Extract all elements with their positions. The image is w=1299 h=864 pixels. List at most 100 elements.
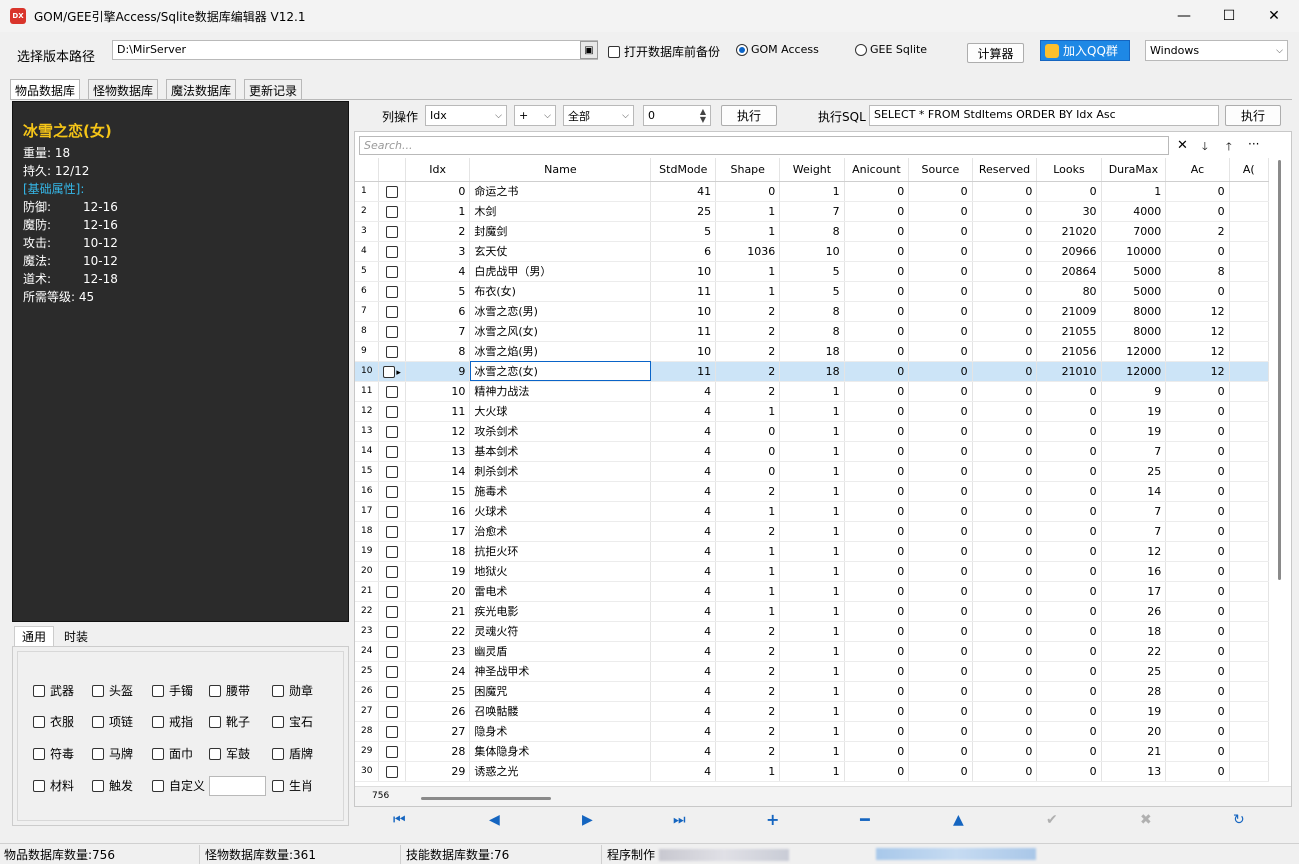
- table-cell[interactable]: 0: [1036, 681, 1102, 702]
- table-cell[interactable]: 1: [1101, 181, 1167, 202]
- category-checkbox[interactable]: 马牌: [92, 745, 133, 762]
- row-checkbox[interactable]: [386, 605, 399, 618]
- table-cell[interactable]: 0: [972, 681, 1038, 702]
- table-cell[interactable]: 0: [972, 321, 1038, 342]
- checkbox-box[interactable]: [152, 779, 164, 792]
- table-cell[interactable]: 8: [1165, 261, 1230, 282]
- cell-name[interactable]: 封魔剑: [469, 221, 652, 242]
- table-row[interactable]: 26 25 困魔咒 4 2 1 0 0 0 0 28 0: [355, 681, 1269, 702]
- column-header[interactable]: Name: [469, 158, 652, 182]
- table-cell[interactable]: 2: [405, 221, 471, 242]
- table-cell[interactable]: 1: [779, 461, 845, 482]
- checkbox-box[interactable]: [152, 715, 164, 728]
- table-cell[interactable]: 0: [908, 681, 973, 702]
- table-cell[interactable]: 4: [650, 401, 717, 422]
- category-checkbox[interactable]: 衣服: [33, 713, 74, 730]
- cell-name[interactable]: 地狱火: [469, 561, 652, 582]
- row-checkbox[interactable]: [386, 185, 399, 198]
- table-cell[interactable]: 24: [405, 661, 471, 682]
- table-cell[interactable]: 0: [972, 281, 1038, 302]
- table-cell[interactable]: 5000: [1101, 281, 1167, 302]
- row-checkbox[interactable]: [386, 425, 399, 438]
- table-cell[interactable]: 1: [715, 561, 781, 582]
- row-checkbox[interactable]: [386, 485, 399, 498]
- table-cell[interactable]: 0: [844, 701, 910, 722]
- table-cell[interactable]: 0: [1165, 201, 1230, 222]
- scrollbar-thumb[interactable]: [1278, 160, 1281, 580]
- table-cell[interactable]: 0: [1036, 741, 1102, 762]
- cell-name[interactable]: 攻杀剑术: [469, 421, 652, 442]
- table-cell[interactable]: 0: [972, 241, 1038, 262]
- table-cell[interactable]: 0: [844, 261, 910, 282]
- table-cell[interactable]: 11: [405, 401, 471, 422]
- table-cell[interactable]: 0: [1165, 601, 1230, 622]
- table-cell[interactable]: 0: [1036, 541, 1102, 562]
- cell-name[interactable]: 命运之书: [469, 181, 652, 202]
- table-cell[interactable]: 20864: [1036, 261, 1102, 282]
- table-cell[interactable]: 0: [844, 761, 910, 782]
- table-cell[interactable]: 0: [908, 621, 973, 642]
- table-cell[interactable]: 0: [1165, 181, 1230, 202]
- row-checkbox-cell[interactable]: [378, 261, 406, 282]
- table-cell[interactable]: 21020: [1036, 221, 1102, 242]
- table-cell[interactable]: 1: [779, 381, 845, 402]
- table-cell[interactable]: 25: [650, 201, 717, 222]
- table-cell[interactable]: 17: [405, 521, 471, 542]
- row-checkbox-cell[interactable]: [378, 321, 406, 342]
- row-checkbox-cell[interactable]: [378, 241, 406, 262]
- table-cell[interactable]: 12000: [1101, 341, 1167, 362]
- category-checkbox[interactable]: 材料: [33, 777, 74, 794]
- tab-magic[interactable]: 魔法数据库: [166, 79, 237, 99]
- insert-record-icon[interactable]: +: [766, 810, 779, 829]
- table-cell[interactable]: 4: [650, 581, 717, 602]
- table-cell[interactable]: 23: [405, 641, 471, 662]
- row-checkbox[interactable]: [386, 685, 399, 698]
- table-cell[interactable]: 12000: [1101, 361, 1167, 382]
- table-cell[interactable]: 0: [972, 301, 1038, 322]
- table-cell[interactable]: 0: [844, 541, 910, 562]
- table-cell[interactable]: 0: [908, 241, 973, 262]
- row-checkbox-cell[interactable]: [378, 561, 406, 582]
- table-cell[interactable]: 4: [650, 641, 717, 662]
- execute-button[interactable]: 执行: [721, 105, 777, 126]
- table-cell[interactable]: 0: [908, 381, 973, 402]
- table-cell[interactable]: 16: [1101, 561, 1167, 582]
- table-cell[interactable]: 1: [715, 761, 781, 782]
- spinner-arrows-icon[interactable]: ▲ ▼: [700, 107, 706, 124]
- backup-checkbox-box[interactable]: [608, 45, 620, 58]
- scope-select[interactable]: 全部 ⌵: [563, 105, 634, 126]
- table-cell[interactable]: 0: [908, 361, 973, 382]
- table-cell[interactable]: 7: [1101, 441, 1167, 462]
- table-cell[interactable]: 1: [779, 481, 845, 502]
- table-cell[interactable]: 4: [650, 761, 717, 782]
- row-checkbox-cell[interactable]: [378, 641, 406, 662]
- table-cell[interactable]: 0: [972, 401, 1038, 422]
- path-input[interactable]: D:\MirServer: [112, 40, 598, 60]
- table-cell[interactable]: 4: [650, 621, 717, 642]
- table-row[interactable]: 23 22 灵魂火符 4 2 1 0 0 0 0 18 0: [355, 621, 1269, 642]
- table-cell[interactable]: 0: [908, 461, 973, 482]
- table-cell[interactable]: 0: [972, 641, 1038, 662]
- cell-name[interactable]: 幽灵盾: [469, 641, 652, 662]
- table-cell[interactable]: 16: [405, 501, 471, 522]
- row-checkbox-cell[interactable]: [378, 621, 406, 642]
- table-cell[interactable]: 0: [1036, 561, 1102, 582]
- category-checkbox[interactable]: 戒指: [152, 713, 193, 730]
- table-cell[interactable]: 0: [1036, 581, 1102, 602]
- table-cell[interactable]: 2: [715, 341, 781, 362]
- category-checkbox[interactable]: 项链: [92, 713, 133, 730]
- row-checkbox-cell[interactable]: [378, 761, 406, 782]
- table-cell[interactable]: 0: [908, 641, 973, 662]
- table-cell[interactable]: 1: [779, 561, 845, 582]
- table-row[interactable]: 27 26 召唤骷髅 4 2 1 0 0 0 0 19 0: [355, 701, 1269, 722]
- horizontal-scrollbar-thumb[interactable]: [421, 797, 551, 800]
- category-checkbox[interactable]: 盾牌: [272, 745, 313, 762]
- table-row[interactable]: 24 23 幽灵盾 4 2 1 0 0 0 0 22 0: [355, 641, 1269, 662]
- row-checkbox[interactable]: [386, 345, 399, 358]
- table-cell[interactable]: 0: [715, 461, 781, 482]
- table-cell[interactable]: 4: [405, 261, 471, 282]
- last-record-icon[interactable]: ⏭: [673, 812, 686, 828]
- row-checkbox[interactable]: [386, 385, 399, 398]
- table-cell[interactable]: 0: [908, 221, 973, 242]
- table-cell[interactable]: 0: [908, 581, 973, 602]
